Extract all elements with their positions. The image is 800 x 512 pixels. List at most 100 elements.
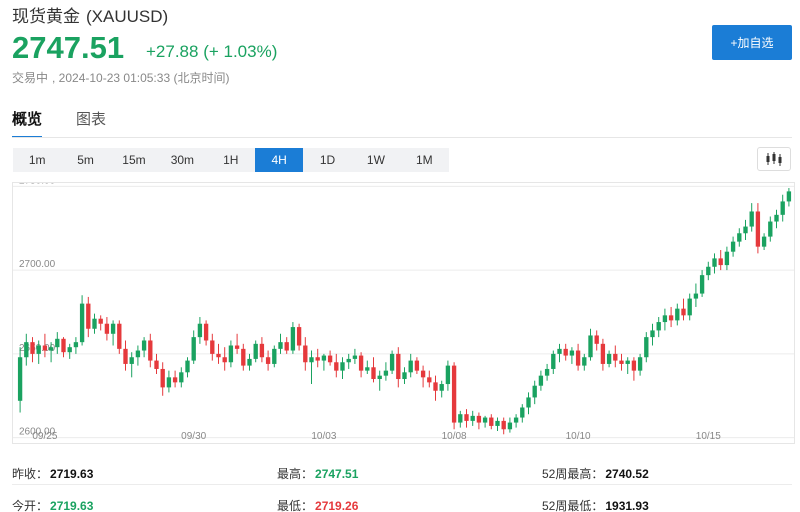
candle-body	[724, 251, 730, 266]
candle-body	[526, 397, 531, 408]
candle-body	[600, 343, 606, 364]
candle-body	[135, 350, 141, 358]
x-tick-label: 09/30	[181, 431, 206, 442]
instrument-name: 现货黄金	[12, 7, 80, 26]
candle-body	[259, 343, 265, 358]
candle-body	[241, 348, 246, 366]
candle-body	[489, 417, 494, 426]
candle-body	[458, 414, 463, 423]
price-chart[interactable]: 2750.002700.002650.002600.0009/2509/3010…	[12, 182, 795, 444]
candle-body	[569, 350, 575, 356]
stat-value: 1931.93	[605, 499, 649, 512]
interval-5m[interactable]: 5m	[61, 148, 109, 172]
interval-4h[interactable]: 4H	[254, 148, 304, 172]
price-change: +27.88 (+ 1.03%)	[146, 42, 278, 61]
candle-body	[377, 375, 382, 380]
interval-30m[interactable]: 30m	[158, 148, 206, 172]
timestamp: , 2024-10-23 01:05:33 (北京时间)	[52, 71, 230, 85]
interval-1mo[interactable]: 1M	[400, 148, 448, 172]
candle-body	[668, 315, 674, 321]
interval-1w[interactable]: 1W	[352, 148, 400, 172]
instrument-title: 现货黄金 (XAUUSD)	[12, 2, 168, 27]
stat-label: 今开：	[12, 499, 49, 512]
interval-15m[interactable]: 15m	[110, 148, 158, 172]
candle-body	[123, 348, 128, 364]
y-tick-label: 2700.00	[19, 259, 56, 270]
candle-body	[222, 357, 227, 363]
candle-body	[73, 342, 79, 348]
candle-body	[681, 308, 686, 316]
candle-body	[563, 348, 568, 356]
stat-label: 52周最高：	[542, 467, 604, 481]
candle-body	[358, 355, 364, 371]
candle-body	[730, 241, 736, 252]
y-tick-label: 2750.00	[19, 183, 56, 186]
interval-1h[interactable]: 1H	[207, 148, 255, 172]
candle-body	[712, 258, 717, 267]
candle-body	[327, 355, 333, 363]
stat-52w-high: 52周最高： 2740.52	[542, 465, 649, 482]
candle-body	[203, 323, 209, 341]
candle-body	[594, 335, 599, 344]
stat-open: 今开： 2719.63	[12, 497, 93, 512]
candle-body	[433, 382, 438, 391]
candle-body	[662, 315, 668, 323]
candle-body	[582, 357, 587, 366]
x-tick-label: 10/03	[311, 431, 336, 442]
stat-value: 2719.26	[315, 499, 359, 512]
candle-body	[427, 377, 432, 383]
candle-body	[98, 318, 103, 324]
candle-body	[321, 355, 327, 361]
candlestick-chart: 2750.002700.002650.002600.0009/2509/3010…	[13, 183, 794, 442]
candle-body	[575, 350, 581, 366]
candle-body	[445, 365, 451, 385]
interval-1d[interactable]: 1D	[303, 148, 351, 172]
candle-body	[389, 353, 395, 371]
candle-body	[761, 236, 767, 247]
stat-value: 2719.63	[50, 499, 94, 512]
stat-high: 最高： 2747.51	[277, 465, 358, 482]
chart-type-button[interactable]	[757, 147, 791, 171]
candle-body	[24, 342, 29, 358]
candle-body	[495, 420, 500, 426]
candle-body	[656, 322, 661, 331]
candle-body	[606, 353, 612, 364]
candle-body	[352, 355, 358, 359]
candle-body	[36, 345, 41, 354]
candle-body	[737, 233, 742, 242]
candle-body	[216, 353, 221, 358]
stat-prev-close: 昨收： 2719.63	[12, 465, 93, 482]
candle-body	[61, 338, 66, 353]
candle-body	[507, 422, 513, 430]
candle-body	[228, 345, 234, 363]
candle-body	[538, 375, 544, 386]
add-to-watchlist-button[interactable]: +加自选	[712, 25, 792, 60]
interval-1m[interactable]: 1m	[13, 148, 61, 172]
candle-body	[755, 211, 761, 247]
candle-body	[191, 337, 196, 361]
candle-body	[718, 258, 723, 266]
candle-body	[464, 414, 469, 421]
tab-chart[interactable]: 图表	[76, 108, 106, 132]
stat-value: 2719.63	[50, 467, 94, 481]
candle-body	[365, 367, 370, 371]
candle-body	[346, 358, 351, 363]
stat-label: 最低：	[277, 499, 314, 512]
tab-overview[interactable]: 概览	[12, 108, 43, 138]
candle-body	[396, 353, 401, 380]
stats-panel: 昨收： 2719.63 最高： 2747.51 52周最高： 2740.52 今开： 2…	[0, 456, 800, 512]
candle-body	[631, 360, 637, 371]
status-text: 交易中	[12, 71, 49, 85]
candle-body	[154, 360, 159, 369]
candle-body	[544, 368, 550, 376]
candle-body	[315, 357, 320, 361]
candle-body	[67, 347, 72, 353]
candle-body	[272, 348, 277, 364]
candle-body	[532, 385, 537, 398]
candle-body	[644, 337, 649, 358]
candle-body	[110, 323, 116, 334]
x-tick-label: 10/10	[566, 431, 591, 442]
candle-body	[699, 275, 705, 294]
candle-body	[693, 293, 699, 299]
candle-body	[650, 330, 655, 338]
